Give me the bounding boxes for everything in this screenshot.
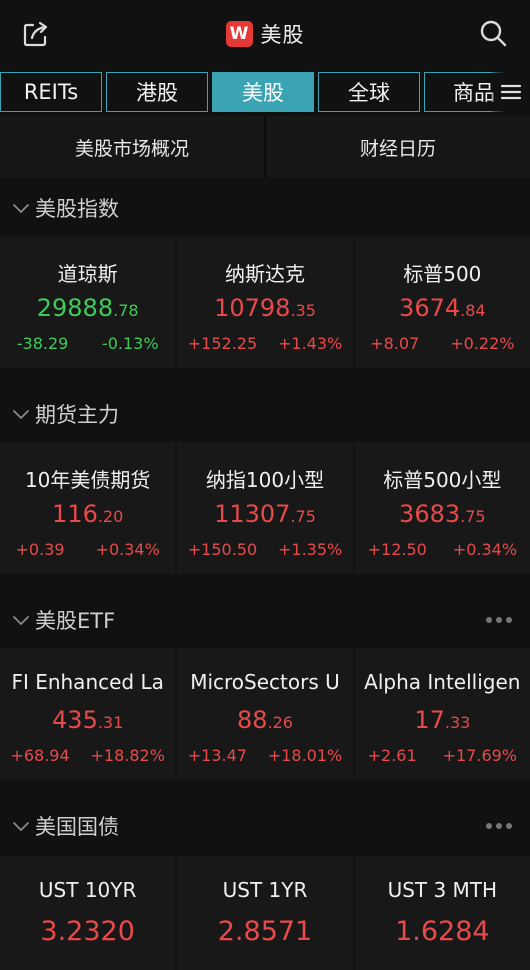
app-header: W 美股 — [0, 0, 530, 70]
quote-name: FI Enhanced La — [11, 670, 164, 694]
page-title: 美股 — [260, 23, 305, 47]
quote-card-nasdaq[interactable]: 纳斯达克 10798.35 +152.25 +1.43% — [177, 236, 353, 368]
tab-reits[interactable]: REITs — [0, 72, 102, 112]
quote-name: Alpha Intelligen — [364, 670, 521, 694]
futures-grid: 10年美债期货 116.20 +0.39 +0.34% 纳指100小型 11307… — [0, 442, 530, 574]
chevron-down-icon — [13, 822, 29, 831]
quote-price: 3683.75 — [399, 500, 486, 528]
quote-change: +13.47 +18.01% — [187, 746, 343, 765]
quote-card-dow-jones[interactable]: 道琼斯 29888.78 -38.29 -0.13% — [0, 236, 176, 368]
bond-yield: 3.2320 — [40, 916, 135, 947]
quote-price: 10798.35 — [214, 294, 316, 322]
quote-change: +12.50 +0.34% — [367, 540, 518, 559]
financial-calendar-button[interactable]: 财经日历 — [264, 116, 530, 178]
quote-change: +2.61 +17.69% — [367, 746, 518, 765]
quote-change: +68.94 +18.82% — [10, 746, 165, 765]
quote-name: 10年美债期货 — [24, 468, 151, 492]
market-tabs: REITs 港股 美股 全球 商品 — [0, 70, 530, 113]
quote-card-10y-treasury-futures[interactable]: 10年美债期货 116.20 +0.39 +0.34% — [0, 442, 176, 574]
etf-grid: FI Enhanced La 435.31 +68.94 +18.82% Micr… — [0, 648, 530, 780]
header-title-group: W 美股 — [0, 18, 530, 50]
section-header-indices[interactable]: 美股指数 — [0, 180, 530, 236]
quote-name: 标普500小型 — [383, 468, 502, 492]
tab-global[interactable]: 全球 — [318, 72, 420, 112]
tab-hk-stocks[interactable]: 港股 — [106, 72, 208, 112]
quote-change: +0.39 +0.34% — [15, 540, 160, 559]
search-icon[interactable] — [478, 18, 508, 48]
treasuries-grid: UST 10YR 3.2320 UST 1YR 2.8571 UST 3 MTH… — [0, 856, 530, 970]
quote-name: 纳斯达克 — [224, 262, 305, 286]
section-title: 美股ETF — [35, 609, 116, 633]
section-header-treasuries[interactable]: 美国国债 — [0, 798, 530, 854]
section-header-etf[interactable]: 美股ETF — [0, 592, 530, 648]
chevron-down-icon — [13, 616, 29, 625]
chevron-down-icon — [13, 410, 29, 419]
indices-grid: 道琼斯 29888.78 -38.29 -0.13% 纳斯达克 10798.35 … — [0, 236, 530, 368]
quote-price: 88.26 — [236, 706, 293, 734]
quote-card-nasdaq100-mini[interactable]: 纳指100小型 11307.75 +150.50 +1.35% — [177, 442, 353, 574]
chevron-down-icon — [13, 204, 29, 213]
quote-name: UST 3 MTH — [387, 878, 498, 902]
us-market-overview-button[interactable]: 美股市场概况 — [0, 116, 264, 178]
quote-name: 标普500 — [403, 262, 482, 286]
quote-price: 3674.84 — [399, 294, 486, 322]
bond-yield: 1.6284 — [395, 916, 490, 947]
quote-change: -38.29 -0.13% — [16, 334, 159, 353]
quote-name: MicroSectors U — [190, 670, 340, 694]
tab-us-stocks[interactable]: 美股 — [212, 72, 314, 112]
quote-price: 116.20 — [52, 500, 124, 528]
quote-card-sp500-mini[interactable]: 标普500小型 3683.75 +12.50 +0.34% — [354, 442, 530, 574]
quote-change: +8.07 +0.22% — [370, 334, 515, 353]
app-logo: W — [225, 21, 253, 47]
quote-price: 435.31 — [52, 706, 124, 734]
section-header-futures[interactable]: 期货主力 — [0, 386, 530, 442]
quote-card-etf-2[interactable]: MicroSectors U 88.26 +13.47 +18.01% — [177, 648, 353, 780]
quote-name: 道琼斯 — [57, 262, 118, 286]
quote-card-etf-3[interactable]: Alpha Intelligen 17.33 +2.61 +17.69% — [354, 648, 530, 780]
quote-change: +152.25 +1.43% — [187, 334, 343, 353]
quote-card-ust-1yr[interactable]: UST 1YR 2.8571 — [177, 856, 353, 970]
quote-change: +150.50 +1.35% — [187, 540, 343, 559]
more-options-icon[interactable] — [486, 592, 512, 648]
sub-navigation: 美股市场概况 财经日历 — [0, 116, 530, 178]
section-title: 美国国债 — [35, 815, 119, 839]
quote-price: 29888.78 — [36, 294, 139, 322]
quote-name: UST 1YR — [222, 878, 308, 902]
quote-card-ust-3mth[interactable]: UST 3 MTH 1.6284 — [354, 856, 530, 970]
quote-name: UST 10YR — [38, 878, 137, 902]
quote-price: 11307.75 — [214, 500, 316, 528]
tab-menu-icon[interactable] — [492, 70, 530, 113]
section-title: 期货主力 — [35, 403, 119, 427]
quote-price: 17.33 — [414, 706, 471, 734]
section-title: 美股指数 — [35, 197, 119, 221]
quote-card-etf-1[interactable]: FI Enhanced La 435.31 +68.94 +18.82% — [0, 648, 176, 780]
quote-card-sp500[interactable]: 标普500 3674.84 +8.07 +0.22% — [354, 236, 530, 368]
quote-card-ust-10yr[interactable]: UST 10YR 3.2320 — [0, 856, 176, 970]
quote-name: 纳指100小型 — [205, 468, 325, 492]
bond-yield: 2.8571 — [217, 916, 313, 947]
more-options-icon[interactable] — [486, 798, 512, 854]
